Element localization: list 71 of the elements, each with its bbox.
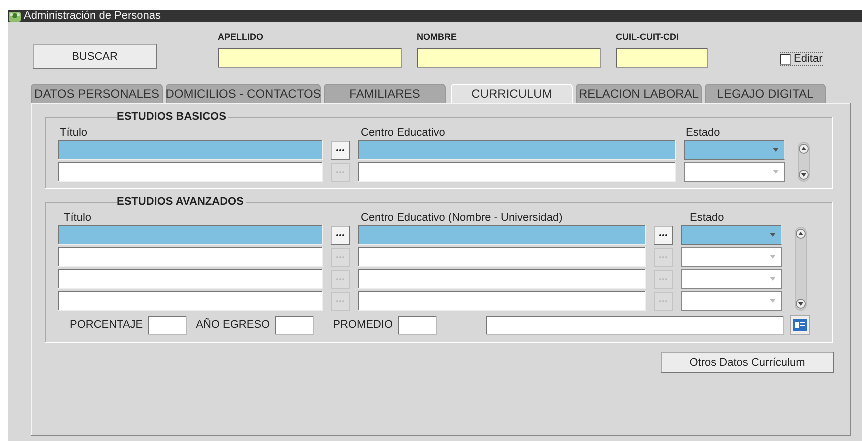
input-field[interactable]: [58, 269, 323, 289]
field-label: AÑO EGRESO: [196, 319, 270, 331]
ellipsis-icon: [336, 148, 345, 152]
checkbox[interactable]: [780, 54, 791, 64]
input-field[interactable]: [358, 140, 676, 160]
app-icon: [9, 10, 21, 22]
tab[interactable]: RELACION LABORAL: [576, 84, 702, 103]
tab[interactable]: DOMICILIOS - CONTACTOS: [166, 84, 321, 103]
field-label: PORCENTAJE: [70, 319, 144, 331]
input-field[interactable]: [616, 48, 708, 68]
input-field[interactable]: [58, 225, 323, 245]
scroll-down-icon: [799, 170, 809, 180]
dropdown[interactable]: [684, 140, 785, 160]
tab[interactable]: FAMILIARES: [324, 84, 446, 103]
window-title: Administración de Personas: [24, 10, 161, 22]
text-editor-icon: [793, 319, 808, 331]
column-header: Estado: [686, 127, 720, 139]
field-label: NOMBRE: [417, 32, 458, 42]
group-title: ESTUDIOS BASICOS: [117, 111, 228, 123]
group-title: ESTUDIOS AVANZADOS: [117, 196, 246, 208]
column-header: Centro Educativo (Nombre - Universidad): [361, 212, 564, 224]
column-header: Centro Educativo: [361, 127, 446, 139]
input-field[interactable]: [358, 225, 646, 245]
column-header: Título: [59, 127, 89, 139]
tab[interactable]: DATOS PERSONALES: [31, 84, 163, 103]
input-field[interactable]: [218, 48, 402, 68]
dropdown[interactable]: [681, 247, 782, 267]
dropdown-arrow-icon: [770, 277, 776, 281]
search-button[interactable]: BUSCAR: [33, 44, 157, 69]
scrollbar[interactable]: [798, 142, 810, 182]
dropdown-arrow-icon: [773, 148, 779, 152]
dropdown-arrow-icon: [770, 299, 776, 303]
other-data-button[interactable]: Otros Datos Currículum: [661, 352, 834, 373]
input-field[interactable]: [58, 162, 323, 182]
input-field[interactable]: [275, 316, 314, 334]
scrollbar[interactable]: [795, 227, 807, 311]
field-label: APELLIDO: [218, 32, 265, 42]
dropdown[interactable]: [681, 291, 782, 311]
tab[interactable]: CURRICULUM: [451, 84, 573, 103]
dropdown[interactable]: [681, 269, 782, 289]
input-field[interactable]: [148, 316, 188, 334]
input-field[interactable]: [358, 269, 646, 289]
column-header: Estado: [689, 212, 724, 224]
dropdown-arrow-icon: [773, 170, 779, 174]
input-field[interactable]: [358, 247, 646, 267]
dropdown[interactable]: [681, 225, 782, 245]
ellipsis-icon: [336, 234, 345, 236]
scroll-up-icon: [799, 144, 809, 154]
input-field[interactable]: [58, 140, 323, 160]
scroll-down-icon: [796, 299, 806, 309]
column-header: Título: [63, 212, 93, 224]
input-field[interactable]: [358, 291, 646, 311]
scroll-up-icon: [796, 229, 806, 239]
dropdown-arrow-icon: [770, 233, 776, 237]
input-field[interactable]: [486, 316, 784, 334]
editor-button[interactable]: [790, 315, 810, 335]
lookup-button[interactable]: [331, 226, 350, 244]
input-field[interactable]: [358, 162, 676, 182]
lookup-button[interactable]: [331, 140, 350, 160]
input-field[interactable]: [398, 316, 438, 334]
input-field[interactable]: [58, 247, 323, 267]
lookup-button[interactable]: [654, 226, 673, 244]
ellipsis-icon: [659, 234, 668, 236]
input-field[interactable]: [58, 291, 323, 311]
field-label: PROMEDIO: [333, 319, 394, 331]
input-field[interactable]: [417, 48, 601, 68]
dropdown-arrow-icon: [770, 255, 776, 259]
field-label: CUIL-CUIT-CDI: [616, 32, 680, 42]
dropdown[interactable]: [684, 162, 785, 182]
checkbox-label[interactable]: Editar: [794, 53, 823, 65]
tab[interactable]: LEGAJO DIGITAL: [705, 84, 826, 103]
